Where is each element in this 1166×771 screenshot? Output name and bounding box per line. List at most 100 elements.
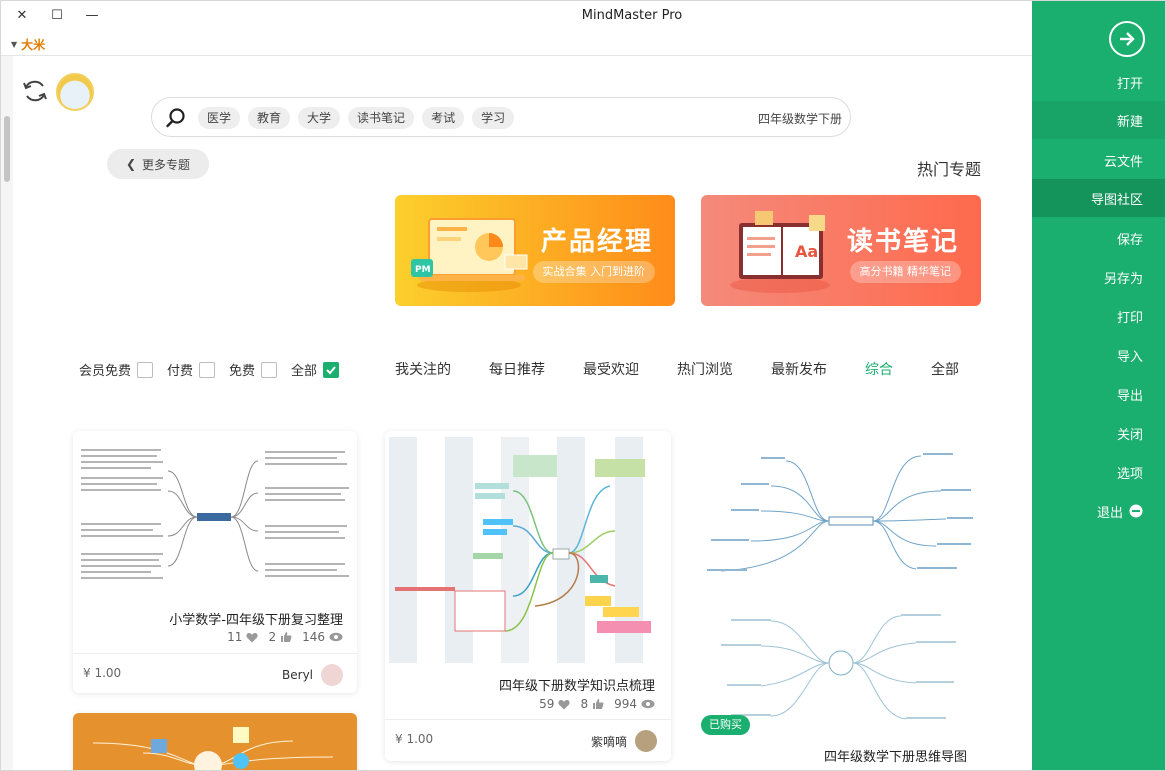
svg-text:Aa: Aa	[795, 242, 818, 261]
svg-text:PM: PM	[415, 265, 431, 275]
menu-item-community[interactable]: 导图社区	[1032, 179, 1165, 217]
card-footer: Beryl ¥ 1.00	[73, 653, 357, 693]
check-icon	[326, 365, 336, 374]
mindmaster-window: ✕ ☐ — MindMaster Pro ▼ 大米 医学 教育 大学 读书笔记 …	[0, 0, 1166, 771]
divider	[1, 55, 1032, 56]
check-label: 会员免费	[79, 364, 132, 379]
filter-check-free[interactable]: 免费	[229, 360, 278, 379]
refresh-icon[interactable]	[21, 77, 49, 105]
back-button[interactable]	[1109, 21, 1145, 57]
view-count-value: 146	[302, 630, 325, 644]
menu-item-options[interactable]: 选项	[1032, 453, 1165, 491]
thumbs-up-icon	[281, 632, 292, 642]
filter-check-paid[interactable]: 付费	[167, 360, 216, 379]
card-title: 小学数学-四年级下册复习整理	[169, 613, 343, 628]
checkbox[interactable]	[261, 361, 278, 378]
card-price: ¥ 1.00	[83, 666, 122, 680]
banner-subtitle: 高分书籍 精华笔记	[849, 261, 961, 283]
laptop-illustration-icon: PM	[411, 218, 528, 292]
user-name: 大米	[21, 38, 46, 52]
menu-item-open[interactable]: 打开	[1032, 63, 1165, 101]
card-stats: 146 2 11	[227, 630, 343, 644]
more-topics-button[interactable]: ❮ 更多专题	[107, 149, 209, 179]
like-count[interactable]: 2	[268, 630, 292, 644]
author-avatar	[635, 730, 657, 752]
search-tag[interactable]: 大学	[298, 107, 341, 129]
scrollbar-thumb[interactable]	[4, 116, 10, 182]
search-bar: 医学 教育 大学 读书笔记 考试 学习	[151, 97, 851, 137]
card-price: ¥ 1.00	[395, 732, 434, 746]
menu-item-new[interactable]: 新建	[1032, 101, 1165, 139]
search-input[interactable]	[692, 107, 842, 129]
search-tag[interactable]: 考试	[422, 107, 465, 129]
filter-check-member-free[interactable]: 会员免费	[79, 360, 154, 379]
eye-icon	[329, 632, 343, 642]
mindmap-thumbnail	[81, 449, 349, 579]
minus-circle-icon	[1129, 504, 1143, 518]
tab-latest[interactable]: 最新发布	[771, 359, 827, 379]
author-name: Beryl	[282, 668, 313, 682]
banner-title: 产品经理	[540, 227, 653, 257]
menu-item-exit[interactable]: 退出	[1032, 492, 1165, 530]
filter-check-all[interactable]: 全部	[291, 360, 340, 379]
menu-item-export[interactable]: 导出	[1032, 375, 1165, 413]
tab-general[interactable]: 综合	[865, 359, 893, 379]
banner-product-manager[interactable]: PM 产品经理 实战合集 入门到进阶	[395, 195, 675, 306]
banner-reading-notes[interactable]: Aa 读书笔记 高分书籍 精华笔记	[701, 195, 981, 306]
checkbox-checked[interactable]	[323, 361, 340, 378]
card-stats: 994 8 59	[539, 697, 655, 711]
banner-subtitle: 实战合集 入门到进阶	[532, 261, 655, 283]
check-label: 免费	[229, 364, 256, 379]
user-avatar[interactable]	[56, 73, 94, 111]
mindmap-thumbnail[interactable]	[701, 431, 981, 731]
file-menu-sidebar: 打开 新建 云文件 导图社区 保存 另存为 打印 导入 导出 关闭 选项 退出	[1032, 1, 1165, 770]
favorite-count-value: 11	[227, 630, 243, 644]
book-illustration-icon: Aa	[730, 211, 830, 293]
view-count: 146	[302, 630, 343, 644]
checkbox[interactable]	[137, 361, 154, 378]
search-tag[interactable]: 医学	[198, 107, 241, 129]
mindmap-card[interactable]: 四年级下册数学知识点梳理 994 8 59 紫嘀嘀 ¥ 1.00	[385, 431, 671, 761]
card-author[interactable]: Beryl	[282, 664, 343, 686]
card-title[interactable]: 四年级数学下册思维导图	[824, 746, 967, 765]
heart-icon	[246, 632, 259, 642]
menu-item-save[interactable]: 保存	[1032, 219, 1165, 257]
view-count: 994	[614, 697, 655, 711]
menu-item-cloud-files[interactable]: 云文件	[1032, 141, 1165, 179]
menu-item-close[interactable]: 关闭	[1032, 414, 1165, 452]
caret-down-icon: ▼	[11, 40, 18, 49]
chevron-left-icon: ❮	[125, 157, 137, 171]
favorite-count-value: 59	[539, 697, 555, 711]
mindmap-thumbnail	[92, 727, 334, 770]
like-count[interactable]: 8	[580, 697, 604, 711]
menu-item-save-as[interactable]: 另存为	[1032, 258, 1165, 296]
tab-hot-views[interactable]: 热门浏览	[677, 359, 733, 379]
thumbs-up-icon	[593, 699, 604, 709]
card-author[interactable]: 紫嘀嘀	[591, 730, 657, 752]
favorite-count[interactable]: 59	[539, 697, 571, 711]
vertical-scrollbar[interactable]	[1, 56, 13, 770]
like-count-value: 2	[268, 630, 277, 644]
tab-most-popular[interactable]: 最受欢迎	[583, 359, 639, 379]
mindmap-card[interactable]: 小学数学-四年级下册复习整理 146 2 11 Beryl ¥ 1.00	[73, 431, 357, 693]
mindmap-thumbnail	[389, 437, 651, 663]
eye-icon	[641, 699, 655, 709]
author-name: 紫嘀嘀	[590, 734, 627, 749]
menu-item-print[interactable]: 打印	[1032, 297, 1165, 335]
search-icon[interactable]	[165, 107, 187, 129]
tab-following[interactable]: 我关注的	[395, 359, 451, 379]
checkbox[interactable]	[199, 361, 216, 378]
search-tag[interactable]: 教育	[248, 107, 291, 129]
title-bar: ✕ ☐ — MindMaster Pro	[1, 1, 1032, 31]
card-footer: 紫嘀嘀 ¥ 1.00	[385, 719, 671, 759]
mindmap-card[interactable]	[73, 713, 357, 770]
search-tag[interactable]: 读书笔记	[348, 107, 415, 129]
window-title: MindMaster Pro	[581, 8, 683, 23]
menu-item-import[interactable]: 导入	[1032, 336, 1165, 374]
user-menu[interactable]: ▼ 大米	[11, 36, 45, 53]
favorite-count[interactable]: 11	[227, 630, 259, 644]
tab-daily-picks[interactable]: 每日推荐	[489, 359, 545, 379]
heart-icon	[558, 699, 571, 709]
tab-all[interactable]: 全部	[931, 359, 959, 379]
search-tag[interactable]: 学习	[472, 107, 515, 129]
